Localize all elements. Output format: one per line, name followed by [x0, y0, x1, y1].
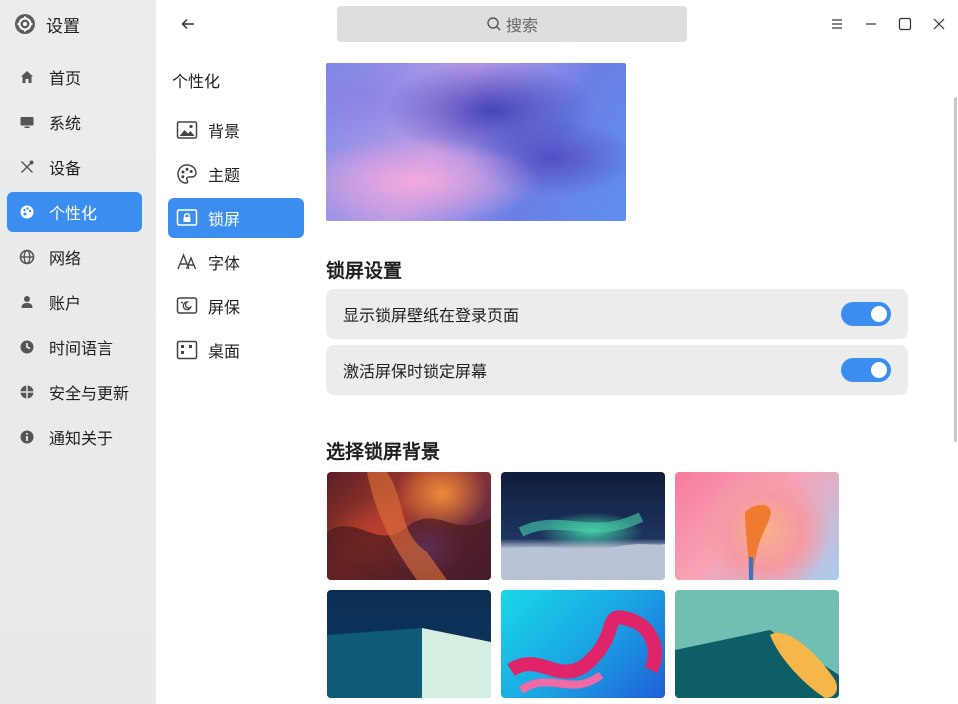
subnav-item-label: 字体	[208, 254, 241, 273]
gear-icon	[15, 14, 35, 34]
clock-icon	[19, 339, 35, 355]
main-nav: 首页 系统 设备 个性化 网络 账户 时间语言 安全与更新 通知关于	[7, 57, 142, 462]
maximize-icon	[898, 17, 912, 31]
desktop-icon	[176, 340, 198, 360]
maximize-button[interactable]	[893, 12, 917, 36]
font-icon	[177, 253, 197, 270]
lockscreen-icon	[176, 209, 198, 226]
nav-item-label: 个性化	[49, 204, 98, 223]
nav-item-label: 首页	[49, 69, 82, 88]
wallpaper-thumbnail[interactable]	[675, 590, 839, 698]
subnav-item-theme[interactable]: 主题	[168, 154, 304, 194]
lock-settings-title: 锁屏设置	[326, 260, 403, 282]
subnav-item-label: 锁屏	[208, 210, 241, 229]
subnav-item-background[interactable]: 背景	[168, 110, 304, 150]
nav-item-time-language[interactable]: 时间语言	[7, 327, 142, 367]
menu-icon	[832, 19, 842, 29]
nav-item-system[interactable]: 系统	[7, 102, 142, 142]
menu-button[interactable]	[825, 12, 849, 36]
nav-item-label: 安全与更新	[49, 384, 130, 403]
wallpaper-art	[507, 610, 662, 694]
nav-item-label: 时间语言	[49, 339, 114, 358]
search-placeholder: 搜索	[505, 16, 538, 35]
setting-label: 显示锁屏壁纸在登录页面	[343, 306, 520, 325]
app-title: 设置	[46, 16, 80, 37]
setting-label: 激活屏保时锁定屏幕	[343, 362, 488, 381]
setting-row-lock-on-screensaver: 激活屏保时锁定屏幕	[326, 345, 908, 395]
subnav-item-screensaver[interactable]: 屏保	[168, 286, 304, 326]
close-icon	[933, 18, 945, 30]
nav-item-personalization[interactable]: 个性化	[7, 192, 142, 232]
monitor-icon	[19, 114, 35, 130]
nav-item-security-update[interactable]: 安全与更新	[7, 372, 142, 412]
home-icon	[19, 69, 35, 85]
lock-on-screensaver-toggle[interactable]	[841, 358, 891, 382]
globe-icon	[19, 249, 35, 265]
search-icon	[487, 17, 501, 31]
nav-item-label: 系统	[49, 114, 82, 133]
palette-icon	[19, 204, 35, 220]
subnav-item-desktop[interactable]: 桌面	[168, 330, 304, 370]
choose-background-title: 选择锁屏背景	[326, 441, 441, 463]
shield-icon	[19, 384, 35, 400]
main-sidebar: 设置 首页 系统 设备 个性化 网络 账户 时间语言 安全与更新 通知关于	[0, 0, 156, 704]
arrow-left-icon	[181, 18, 194, 30]
nav-item-home[interactable]: 首页	[7, 57, 142, 97]
nav-item-devices[interactable]: 设备	[7, 147, 142, 187]
nav-item-label: 设备	[49, 159, 82, 178]
subnav-item-lockscreen[interactable]: 锁屏	[168, 198, 304, 238]
nav-item-notifications-about[interactable]: 通知关于	[7, 417, 142, 457]
minimize-icon	[866, 23, 876, 25]
screensaver-icon	[176, 297, 198, 314]
wallpaper-thumbnail[interactable]	[501, 472, 665, 580]
nav-item-label: 网络	[49, 249, 82, 268]
tools-icon	[19, 159, 35, 175]
nav-item-label: 账户	[49, 294, 82, 313]
subnav-item-font[interactable]: 字体	[168, 242, 304, 282]
nav-item-network[interactable]: 网络	[7, 237, 142, 277]
wallpaper-thumbnail[interactable]	[675, 472, 839, 580]
wallpaper-art	[327, 472, 491, 580]
subnav-item-label: 屏保	[208, 298, 241, 317]
subnav-item-label: 桌面	[208, 342, 241, 361]
search-input[interactable]: 搜索	[337, 6, 687, 42]
setting-row-show-wallpaper-login: 显示锁屏壁纸在登录页面	[326, 289, 908, 339]
wallpaper-thumbnail[interactable]	[327, 472, 491, 580]
image-icon	[176, 121, 198, 139]
subnav-list: 背景 主题 锁屏 字体 屏保 桌面	[168, 110, 304, 374]
app-title-bar: 设置	[14, 10, 80, 38]
subnav-item-label: 背景	[208, 122, 241, 141]
wallpaper-thumbnail[interactable]	[501, 590, 665, 698]
lockscreen-preview-image	[326, 63, 626, 221]
close-button[interactable]	[927, 12, 951, 36]
minimize-button[interactable]	[859, 12, 883, 36]
wallpaper-art	[501, 512, 665, 580]
wallpaper-thumbnail[interactable]	[327, 590, 491, 698]
wallpaper-art	[327, 628, 491, 698]
show-wallpaper-login-toggle[interactable]	[841, 302, 891, 326]
nav-item-label: 通知关于	[49, 429, 114, 448]
palette-icon	[177, 164, 197, 184]
wallpaper-art	[675, 630, 839, 698]
info-icon	[19, 429, 35, 445]
wallpaper-art	[745, 505, 771, 580]
subnav-item-label: 主题	[208, 166, 241, 185]
user-icon	[19, 294, 35, 310]
back-button[interactable]	[176, 12, 200, 36]
personalization-subnav: 个性化 背景 主题 锁屏 字体 屏保 桌面	[156, 0, 316, 704]
content-scrollbar[interactable]	[954, 97, 957, 442]
nav-item-account[interactable]: 账户	[7, 282, 142, 322]
subnav-title: 个性化	[172, 72, 221, 91]
